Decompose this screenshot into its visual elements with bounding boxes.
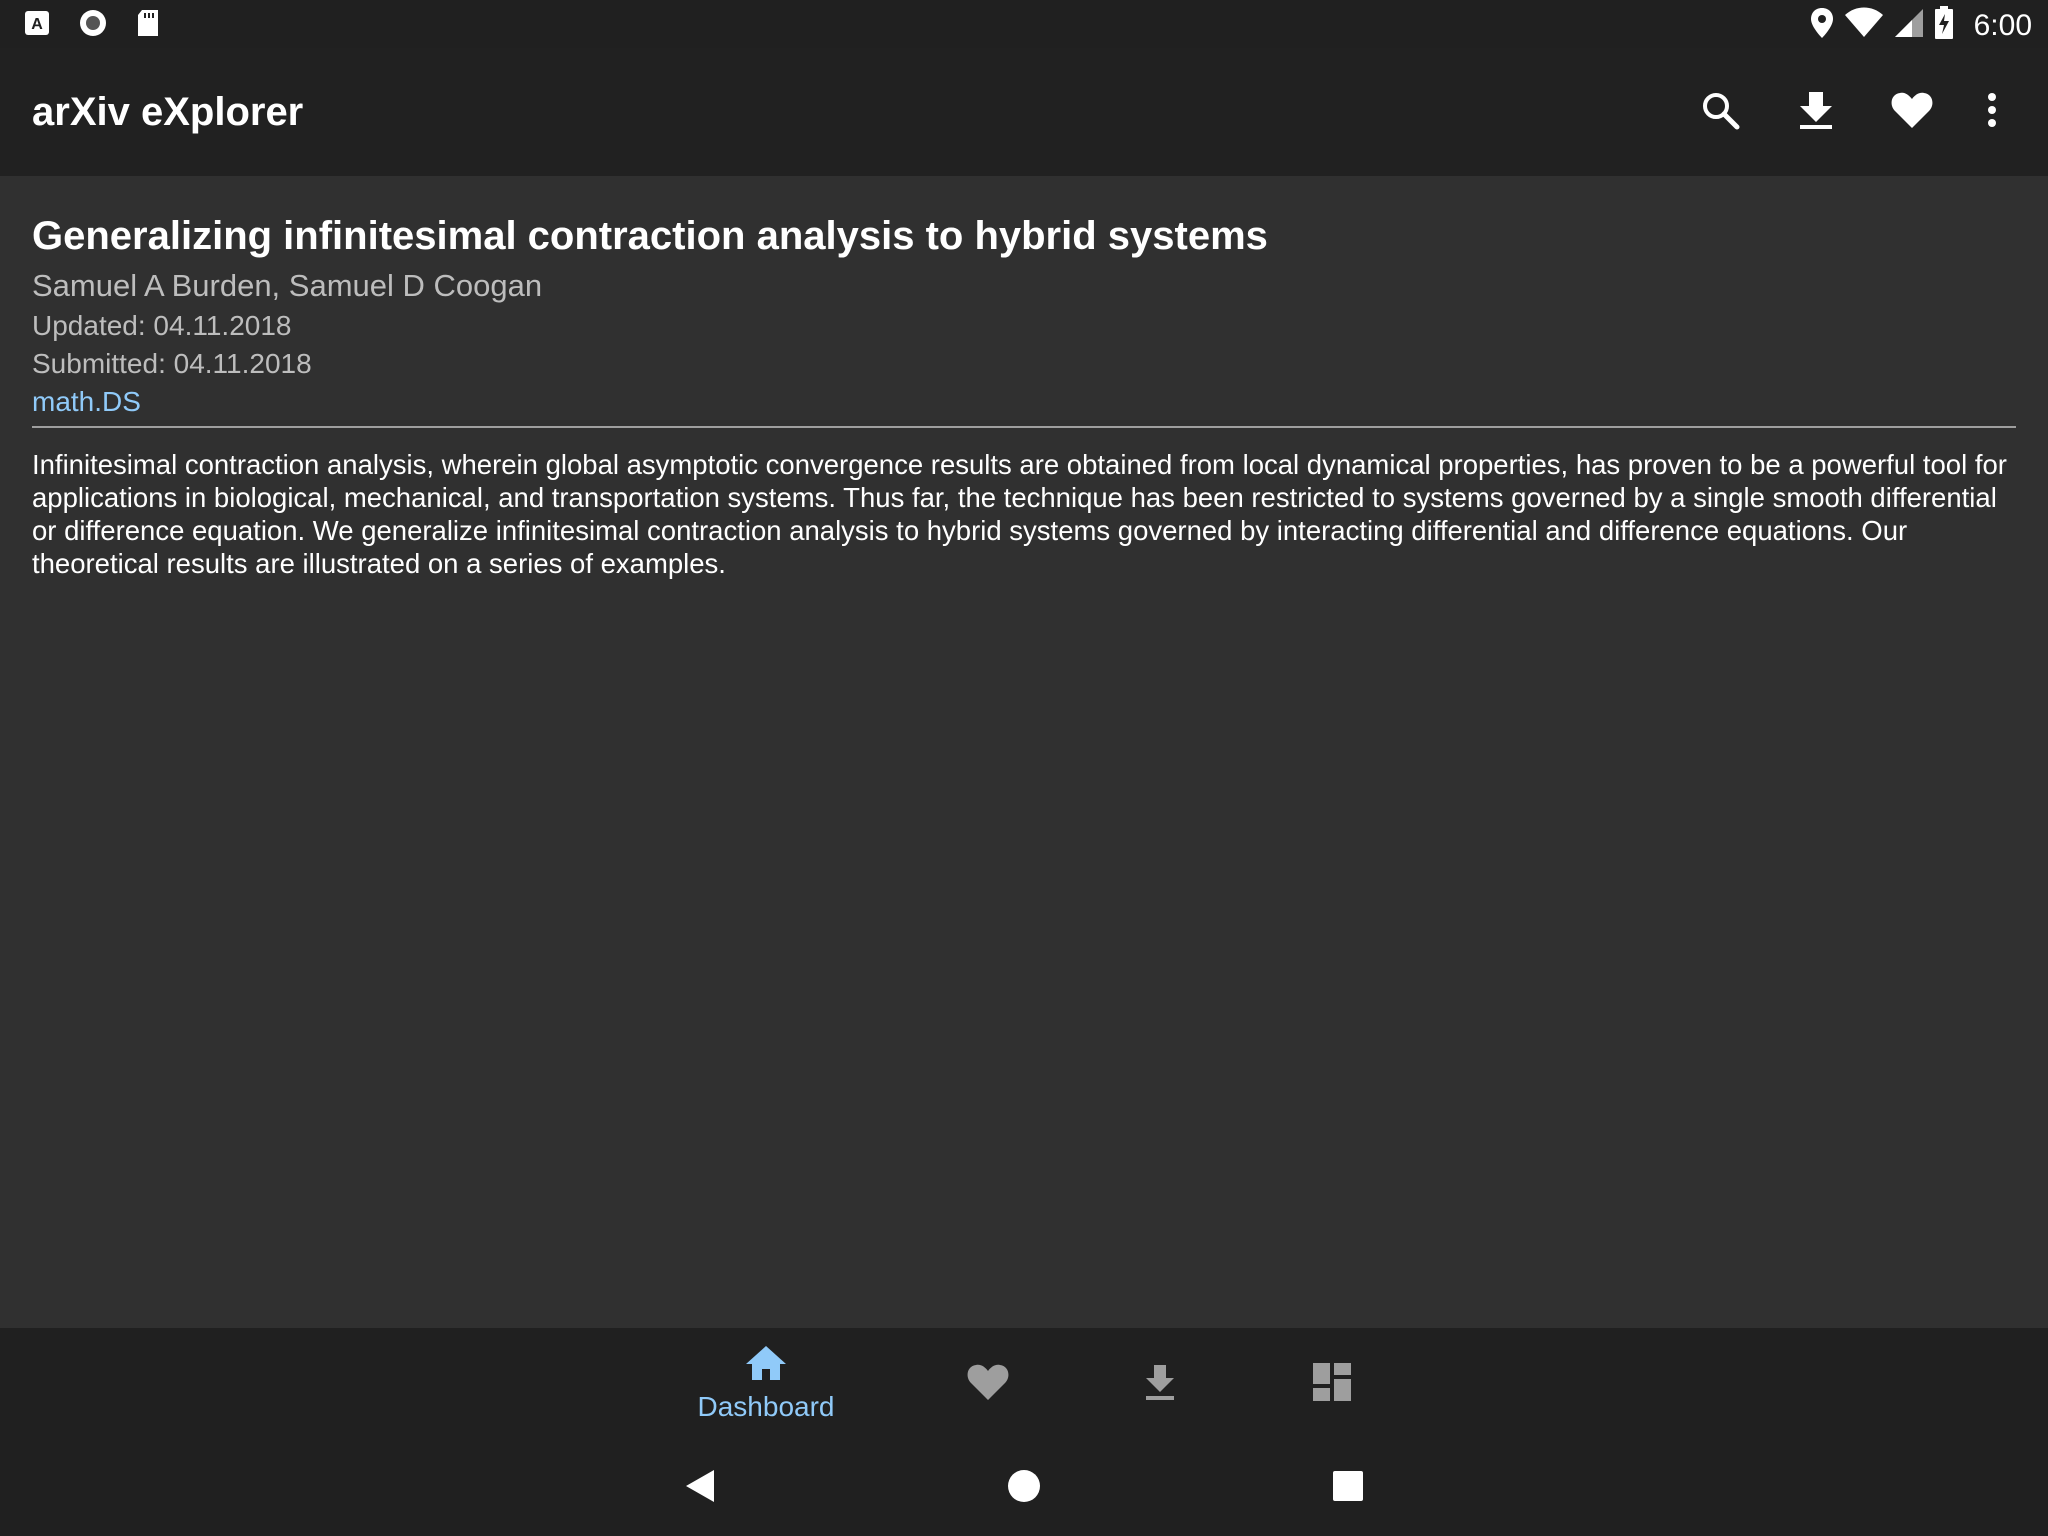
system-navigation-bar	[0, 1440, 2048, 1536]
paper-category-link[interactable]: math.DS	[32, 384, 141, 420]
search-icon	[1700, 90, 1740, 135]
status-bar: A 6:00	[0, 0, 2048, 48]
wifi-icon	[1844, 7, 1884, 44]
nav-item-dashboard[interactable]: Dashboard	[686, 1328, 846, 1440]
nav-item-downloads[interactable]	[1100, 1328, 1220, 1440]
back-triangle-icon	[684, 1468, 716, 1509]
favorite-icon	[966, 1362, 1010, 1407]
home-circle-icon	[1006, 1468, 1042, 1509]
more-vert-icon	[1986, 92, 1998, 133]
dashboard-grid-icon	[1313, 1362, 1351, 1406]
sd-card-icon	[136, 9, 160, 42]
download-icon	[1144, 1363, 1176, 1406]
status-time: 6:00	[1973, 8, 2032, 42]
paper-updated-date: Updated: 04.11.2018	[32, 310, 292, 341]
recents-square-icon	[1332, 1470, 1364, 1507]
recents-button[interactable]	[1324, 1464, 1372, 1512]
app-title: arXiv eXplorer	[32, 90, 304, 134]
paper-submitted-date: Submitted: 04.11.2018	[32, 348, 312, 379]
paper-authors: Samuel A Burden, Samuel D Coogan	[32, 268, 543, 303]
location-icon	[1810, 7, 1834, 44]
app-bar: arXiv eXplorer	[0, 48, 2048, 176]
paper-abstract: Infinitesimal contraction analysis, wher…	[32, 449, 2007, 579]
home-icon	[745, 1345, 787, 1386]
nav-item-categories[interactable]	[1272, 1328, 1392, 1440]
circle-notification-icon	[78, 8, 108, 43]
favorite-button[interactable]	[1864, 84, 1960, 140]
divider	[32, 426, 2016, 428]
favorite-icon	[1890, 90, 1934, 135]
download-button[interactable]	[1768, 84, 1864, 140]
nav-item-favorites[interactable]	[928, 1328, 1048, 1440]
download-icon	[1798, 90, 1834, 135]
nav-label-dashboard: Dashboard	[697, 1390, 835, 1422]
back-button[interactable]	[676, 1464, 724, 1512]
signal-icon	[1894, 7, 1924, 44]
a-notification-icon: A	[24, 10, 50, 41]
more-options-button[interactable]	[1960, 84, 2024, 140]
home-button[interactable]	[1000, 1464, 1048, 1512]
bottom-navigation: Dashboard	[0, 1328, 2048, 1440]
paper-title: Generalizing infinitesimal contraction a…	[32, 214, 1268, 258]
svg-text:A: A	[31, 16, 43, 33]
battery-charging-icon	[1934, 6, 1954, 45]
search-button[interactable]	[1672, 84, 1768, 140]
